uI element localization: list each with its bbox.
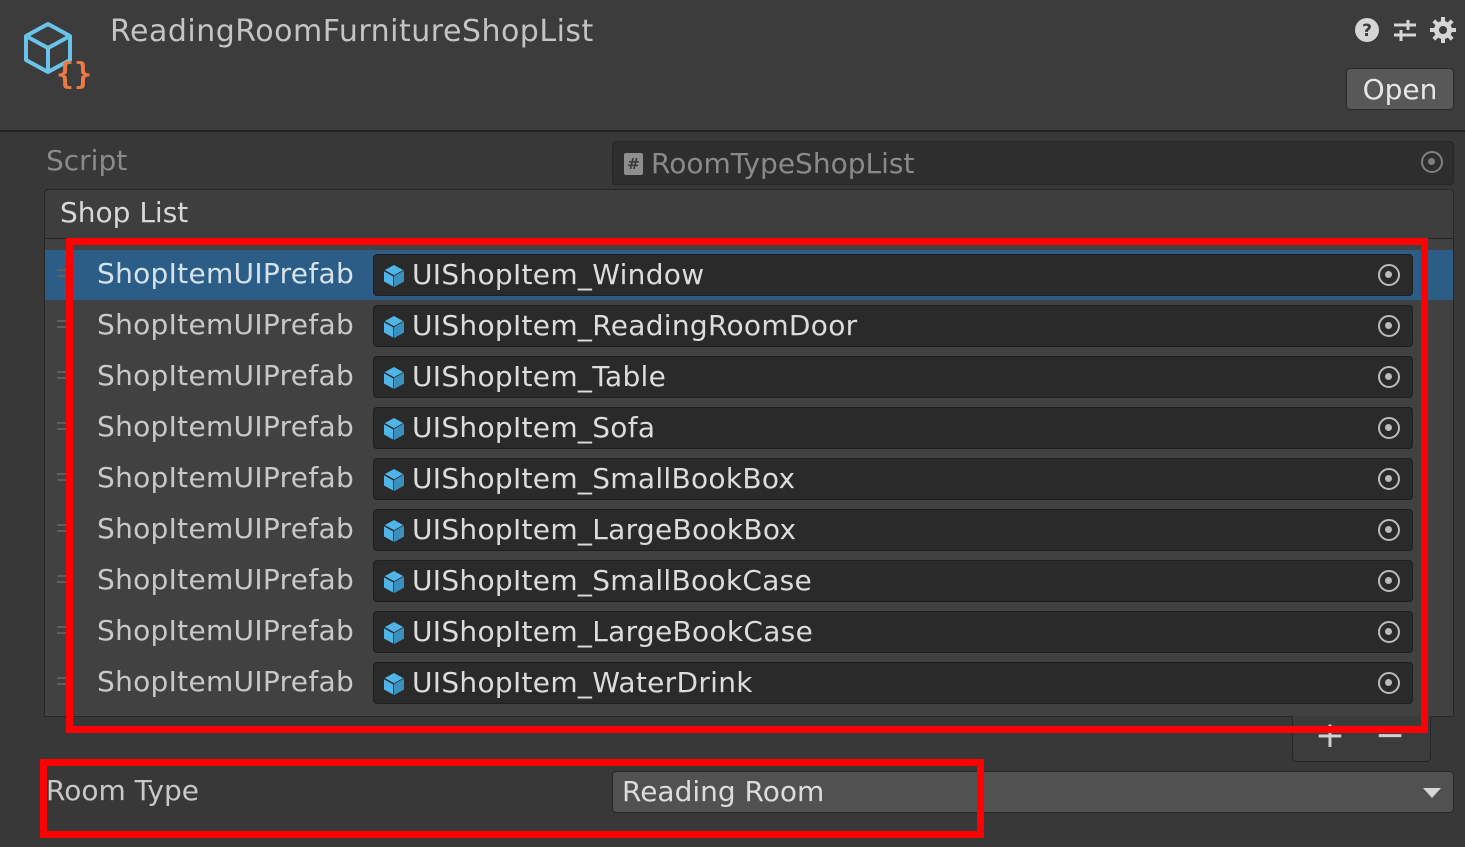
object-picker-icon[interactable] <box>1378 264 1400 286</box>
object-field[interactable]: UIShopItem_Sofa <box>373 407 1413 449</box>
object-field[interactable]: UIShopItem_SmallBookCase <box>373 560 1413 602</box>
object-field[interactable]: UIShopItem_SmallBookBox <box>373 458 1413 500</box>
prefab-icon <box>383 265 405 287</box>
object-value: UIShopItem_Sofa <box>412 411 656 444</box>
list-item[interactable]: ShopItemUIPrefab UIShopItem_LargeBookBox <box>45 505 1453 555</box>
room-type-value: Reading Room <box>622 775 825 808</box>
list-item[interactable]: ShopItemUIPrefab UIShopItem_LargeBookCas… <box>45 607 1453 657</box>
drag-handle-icon[interactable] <box>57 473 71 475</box>
drag-handle-icon[interactable] <box>57 626 71 628</box>
object-field[interactable]: UIShopItem_Window <box>373 254 1413 296</box>
object-value: UIShopItem_LargeBookCase <box>412 615 814 648</box>
drag-handle-icon[interactable] <box>57 677 71 679</box>
object-picker-icon[interactable] <box>1421 151 1443 173</box>
remove-item-button[interactable]: − <box>1373 716 1407 756</box>
object-picker-icon[interactable] <box>1378 672 1400 694</box>
object-picker-icon[interactable] <box>1378 570 1400 592</box>
list-item[interactable]: ShopItemUIPrefab UIShopItem_ReadingRoomD… <box>45 301 1453 351</box>
object-value: UIShopItem_WaterDrink <box>412 666 753 699</box>
element-label: ShopItemUIPrefab <box>97 614 355 647</box>
list-item[interactable]: ShopItemUIPrefab UIShopItem_Window <box>45 250 1453 300</box>
prefab-icon <box>383 367 405 389</box>
room-type-dropdown[interactable]: Reading Room <box>612 771 1454 813</box>
element-label: ShopItemUIPrefab <box>97 512 355 545</box>
prefab-icon <box>383 520 405 542</box>
add-item-button[interactable]: + <box>1313 716 1347 756</box>
element-label: ShopItemUIPrefab <box>97 410 355 443</box>
object-value: UIShopItem_LargeBookBox <box>412 513 797 546</box>
object-field[interactable]: UIShopItem_WaterDrink <box>373 662 1413 704</box>
list-item[interactable]: ShopItemUIPrefab UIShopItem_SmallBookCas… <box>45 556 1453 606</box>
shop-list: ShopItemUIPrefab UIShopItem_Window ShopI… <box>44 239 1454 717</box>
drag-handle-icon[interactable] <box>57 422 71 424</box>
drag-handle-icon[interactable] <box>57 269 71 271</box>
list-footer: + − <box>1292 716 1431 762</box>
drag-handle-icon[interactable] <box>57 320 71 322</box>
inspector-header: {} ReadingRoomFurnitureShopList ? Open <box>0 0 1465 132</box>
object-value: UIShopItem_SmallBookCase <box>412 564 813 597</box>
gear-icon[interactable] <box>1429 16 1457 44</box>
prefab-icon <box>383 622 405 644</box>
object-picker-icon[interactable] <box>1378 417 1400 439</box>
object-field[interactable]: UIShopItem_LargeBookCase <box>373 611 1413 653</box>
drag-handle-icon[interactable] <box>57 371 71 373</box>
script-field[interactable]: # RoomTypeShopList <box>612 141 1454 185</box>
element-label: ShopItemUIPrefab <box>97 359 355 392</box>
prefab-icon <box>383 418 405 440</box>
shop-list-title: Shop List <box>60 196 189 229</box>
object-picker-icon[interactable] <box>1378 315 1400 337</box>
list-item[interactable]: ShopItemUIPrefab UIShopItem_SmallBookBox <box>45 454 1453 504</box>
script-label: Script <box>46 144 128 177</box>
object-value: UIShopItem_SmallBookBox <box>412 462 796 495</box>
script-value: RoomTypeShopList <box>651 147 915 180</box>
prefab-icon <box>383 316 405 338</box>
asset-title: ReadingRoomFurnitureShopList <box>110 14 594 49</box>
object-value: UIShopItem_Table <box>412 360 667 393</box>
object-value: UIShopItem_ReadingRoomDoor <box>412 309 858 342</box>
prefab-icon <box>383 469 405 491</box>
element-label: ShopItemUIPrefab <box>97 665 355 698</box>
open-button[interactable]: Open <box>1346 68 1454 110</box>
element-label: ShopItemUIPrefab <box>97 563 355 596</box>
scriptable-object-icon: {} <box>24 22 92 90</box>
object-field[interactable]: UIShopItem_LargeBookBox <box>373 509 1413 551</box>
object-field[interactable]: UIShopItem_ReadingRoomDoor <box>373 305 1413 347</box>
drag-handle-icon[interactable] <box>57 575 71 577</box>
drag-handle-icon[interactable] <box>57 524 71 526</box>
preset-icon[interactable] <box>1391 16 1419 44</box>
element-label: ShopItemUIPrefab <box>97 257 355 290</box>
element-label: ShopItemUIPrefab <box>97 461 355 494</box>
room-type-label: Room Type <box>46 774 199 807</box>
svg-text:{}: {} <box>56 57 92 90</box>
script-icon: # <box>624 153 643 175</box>
object-picker-icon[interactable] <box>1378 621 1400 643</box>
list-item[interactable]: ShopItemUIPrefab UIShopItem_WaterDrink <box>45 658 1453 708</box>
list-item[interactable]: ShopItemUIPrefab UIShopItem_Sofa <box>45 403 1453 453</box>
help-icon[interactable]: ? <box>1353 16 1381 44</box>
list-item[interactable]: ShopItemUIPrefab UIShopItem_Table <box>45 352 1453 402</box>
prefab-icon <box>383 571 405 593</box>
object-picker-icon[interactable] <box>1378 366 1400 388</box>
object-value: UIShopItem_Window <box>412 258 705 291</box>
svg-text:?: ? <box>1362 21 1372 41</box>
object-picker-icon[interactable] <box>1378 519 1400 541</box>
object-field[interactable]: UIShopItem_Table <box>373 356 1413 398</box>
shop-list-header[interactable]: Shop List <box>44 189 1454 239</box>
chevron-down-icon <box>1423 788 1441 798</box>
object-picker-icon[interactable] <box>1378 468 1400 490</box>
prefab-icon <box>383 673 405 695</box>
element-label: ShopItemUIPrefab <box>97 308 355 341</box>
